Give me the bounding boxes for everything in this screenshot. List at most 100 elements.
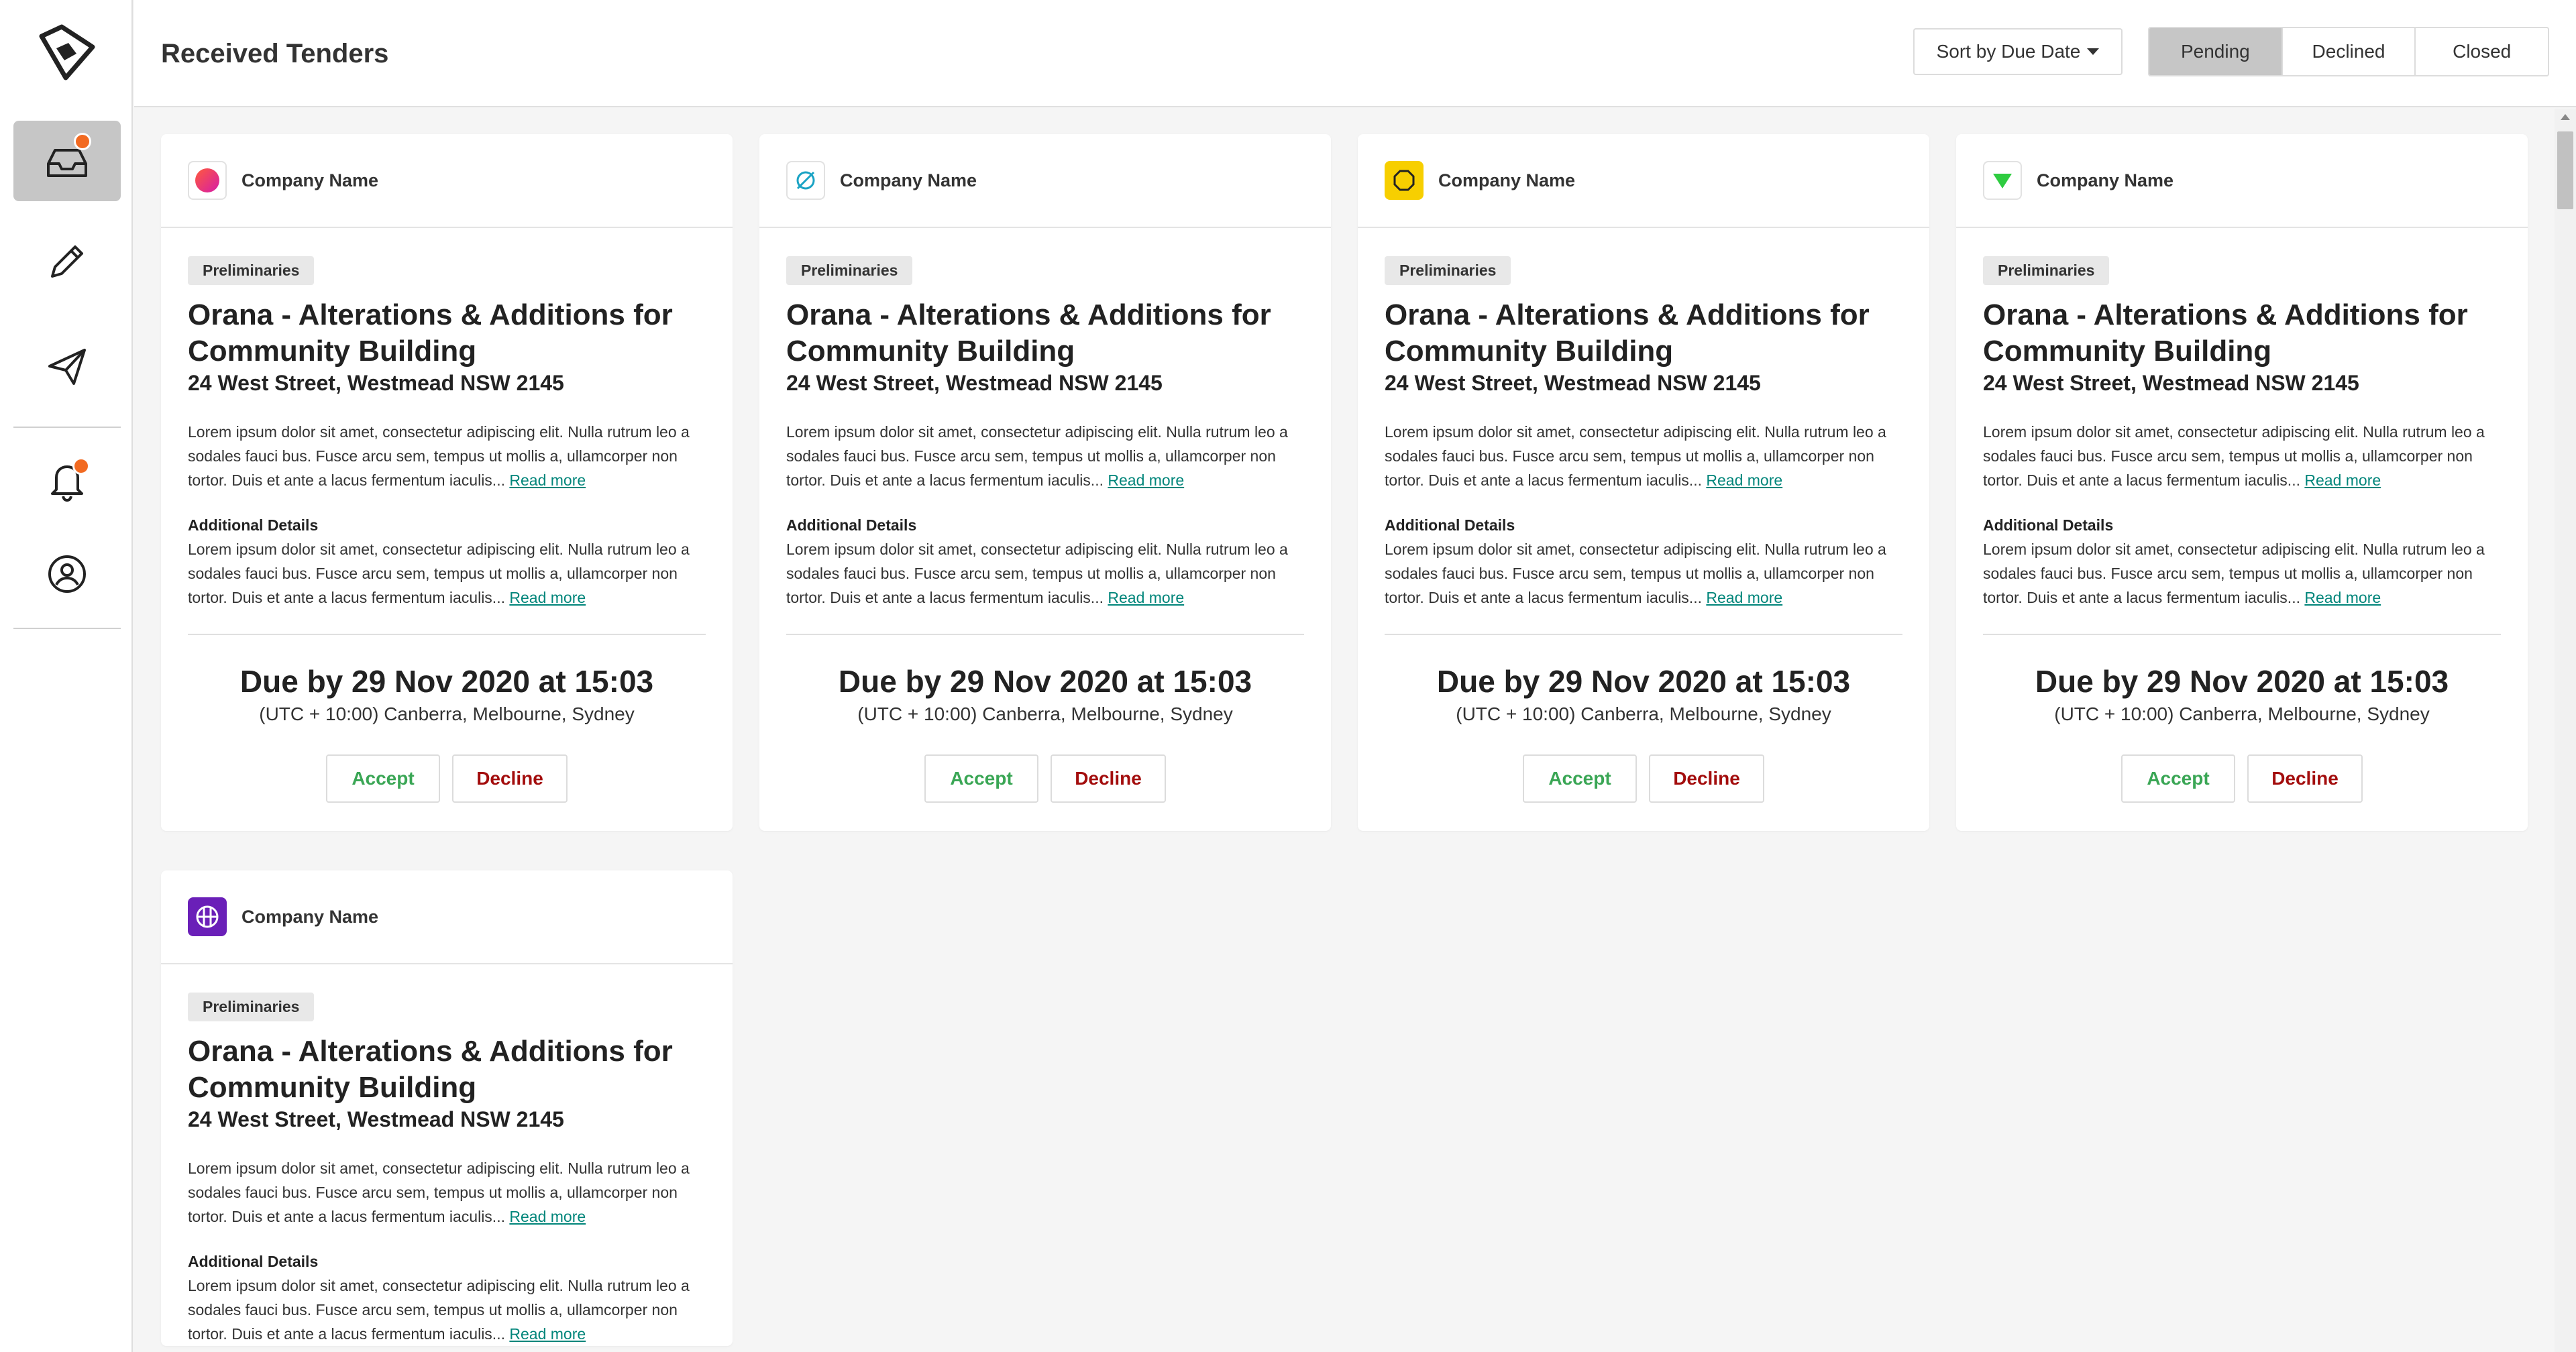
card-actions: Accept Decline: [786, 754, 1304, 831]
tender-address: 24 West Street, Westmead NSW 2145: [1983, 371, 2359, 395]
timezone: (UTC + 10:00) Canberra, Melbourne, Sydne…: [1456, 703, 1831, 724]
due-date: Due by 29 Nov 2020 at 15:03: [838, 664, 1252, 699]
tender-description: Lorem ipsum dolor sit amet, consectetur …: [188, 420, 706, 492]
tender-card: Company Name Preliminaries Orana - Alter…: [1358, 134, 1929, 831]
accept-button[interactable]: Accept: [1523, 754, 1637, 803]
additional-details-text: Lorem ipsum dolor sit amet, consectetur …: [188, 1274, 706, 1346]
vertical-scrollbar[interactable]: [2555, 109, 2576, 1352]
tender-address: 24 West Street, Westmead NSW 2145: [188, 371, 564, 395]
category-badge: Preliminaries: [188, 256, 315, 285]
card-actions: Accept Decline: [1385, 754, 1902, 831]
caret-down-icon: [2087, 48, 2100, 55]
tender-card: Company Name Preliminaries Orana - Alter…: [161, 870, 733, 1346]
card-divider: [786, 634, 1304, 635]
accept-button[interactable]: Accept: [326, 754, 440, 803]
additional-details-text: Lorem ipsum dolor sit amet, consectetur …: [1385, 537, 1902, 610]
sidebar-item-notifications[interactable]: [13, 440, 121, 520]
card-actions: Accept Decline: [1983, 754, 2501, 831]
tender-title: Orana - Alterations & Additions for Comm…: [188, 1035, 673, 1104]
decline-button[interactable]: Decline: [1649, 754, 1764, 803]
scroll-up-icon[interactable]: [2561, 114, 2570, 120]
sidebar-item-edit[interactable]: [13, 221, 121, 302]
card-actions: Accept Decline: [188, 754, 706, 831]
scroll-thumb[interactable]: [2557, 131, 2573, 209]
page-header: Received Tenders Sort by Due Date Pendin…: [134, 0, 2576, 107]
sort-label: Sort by Due Date: [1936, 41, 2081, 62]
decline-button[interactable]: Decline: [2247, 754, 2363, 803]
card-body: Preliminaries Orana - Alterations & Addi…: [1956, 228, 2528, 831]
tender-card: Company Name Preliminaries Orana - Alter…: [759, 134, 1331, 831]
tab-declined[interactable]: Declined: [2281, 28, 2415, 75]
additional-details-label: Additional Details: [786, 516, 917, 534]
tender-card: Company Name Preliminaries Orana - Alter…: [1956, 134, 2528, 831]
tender-title: Orana - Alterations & Additions for Comm…: [188, 298, 673, 368]
card-header: Company Name: [161, 134, 733, 228]
company-name: Company Name: [840, 170, 977, 190]
additional-details-label: Additional Details: [1385, 516, 1515, 534]
additional-details-label: Additional Details: [188, 516, 319, 534]
card-divider: [1983, 634, 2501, 635]
additional-details-text: Lorem ipsum dolor sit amet, consectetur …: [1983, 537, 2501, 610]
tender-address: 24 West Street, Westmead NSW 2145: [1385, 371, 1761, 395]
decline-button[interactable]: Decline: [452, 754, 568, 803]
brand-logo-icon[interactable]: [36, 21, 97, 82]
read-more-link[interactable]: Read more: [509, 471, 586, 489]
additional-details-text: Lorem ipsum dolor sit amet, consectetur …: [188, 537, 706, 610]
additional-text: Lorem ipsum dolor sit amet, consectetur …: [786, 541, 1288, 606]
read-more-link[interactable]: Read more: [1706, 589, 1782, 606]
page-title: Received Tenders: [161, 39, 389, 68]
card-body: Preliminaries Orana - Alterations & Addi…: [161, 964, 733, 1346]
company-logo-icon: [1983, 161, 2022, 200]
sidebar-item-profile[interactable]: [13, 534, 121, 614]
paper-plane-icon: [48, 349, 86, 385]
read-more-link[interactable]: Read more: [1706, 471, 1782, 489]
sidebar-separator: [13, 427, 121, 428]
card-header: Company Name: [161, 870, 733, 964]
description-text: Lorem ipsum dolor sit amet, consectetur …: [1385, 423, 1886, 489]
additional-text: Lorem ipsum dolor sit amet, consectetur …: [188, 541, 690, 606]
read-more-link[interactable]: Read more: [2304, 589, 2381, 606]
company-name: Company Name: [241, 170, 379, 190]
company-name: Company Name: [241, 906, 379, 927]
card-body: Preliminaries Orana - Alterations & Addi…: [759, 228, 1331, 831]
company-logo-icon: [188, 897, 227, 936]
status-tabs: Pending Declined Closed: [2148, 27, 2549, 76]
due-date: Due by 29 Nov 2020 at 15:03: [1436, 664, 1851, 699]
tender-description: Lorem ipsum dolor sit amet, consectetur …: [188, 1156, 706, 1229]
sidebar-item-sent[interactable]: [13, 326, 121, 406]
category-badge: Preliminaries: [1983, 256, 2110, 285]
card-header: Company Name: [759, 134, 1331, 228]
card-header: Company Name: [1358, 134, 1929, 228]
sidebar-separator: [13, 628, 121, 629]
accept-button[interactable]: Accept: [924, 754, 1038, 803]
tender-card: Company Name Preliminaries Orana - Alter…: [161, 134, 733, 831]
category-badge: Preliminaries: [188, 993, 315, 1021]
card-header: Company Name: [1956, 134, 2528, 228]
company-logo-icon: [188, 161, 227, 200]
read-more-link[interactable]: Read more: [1108, 471, 1184, 489]
additional-details-label: Additional Details: [1983, 516, 2114, 534]
tender-title: Orana - Alterations & Additions for Comm…: [786, 298, 1271, 368]
due-date: Due by 29 Nov 2020 at 15:03: [239, 664, 654, 699]
read-more-link[interactable]: Read more: [509, 1208, 586, 1225]
description-text: Lorem ipsum dolor sit amet, consectetur …: [188, 423, 690, 489]
notification-dot: [74, 133, 91, 150]
tab-closed[interactable]: Closed: [2414, 28, 2548, 75]
decline-button[interactable]: Decline: [1051, 754, 1166, 803]
tender-title: Orana - Alterations & Additions for Comm…: [1385, 298, 1870, 368]
tender-title: Orana - Alterations & Additions for Comm…: [1983, 298, 2468, 368]
tender-address: 24 West Street, Westmead NSW 2145: [786, 371, 1163, 395]
description-text: Lorem ipsum dolor sit amet, consectetur …: [1983, 423, 2485, 489]
read-more-link[interactable]: Read more: [2304, 471, 2381, 489]
read-more-link[interactable]: Read more: [509, 1325, 586, 1343]
sort-dropdown[interactable]: Sort by Due Date: [1913, 28, 2123, 75]
tab-pending[interactable]: Pending: [2149, 28, 2282, 75]
tender-description: Lorem ipsum dolor sit amet, consectetur …: [1983, 420, 2501, 492]
company-logo-icon: [786, 161, 825, 200]
read-more-link[interactable]: Read more: [1108, 589, 1184, 606]
tender-list: Company Name Preliminaries Orana - Alter…: [134, 109, 2553, 1352]
sidebar-item-inbox[interactable]: [13, 121, 121, 201]
accept-button[interactable]: Accept: [2121, 754, 2235, 803]
card-body: Preliminaries Orana - Alterations & Addi…: [161, 228, 733, 831]
read-more-link[interactable]: Read more: [509, 589, 586, 606]
